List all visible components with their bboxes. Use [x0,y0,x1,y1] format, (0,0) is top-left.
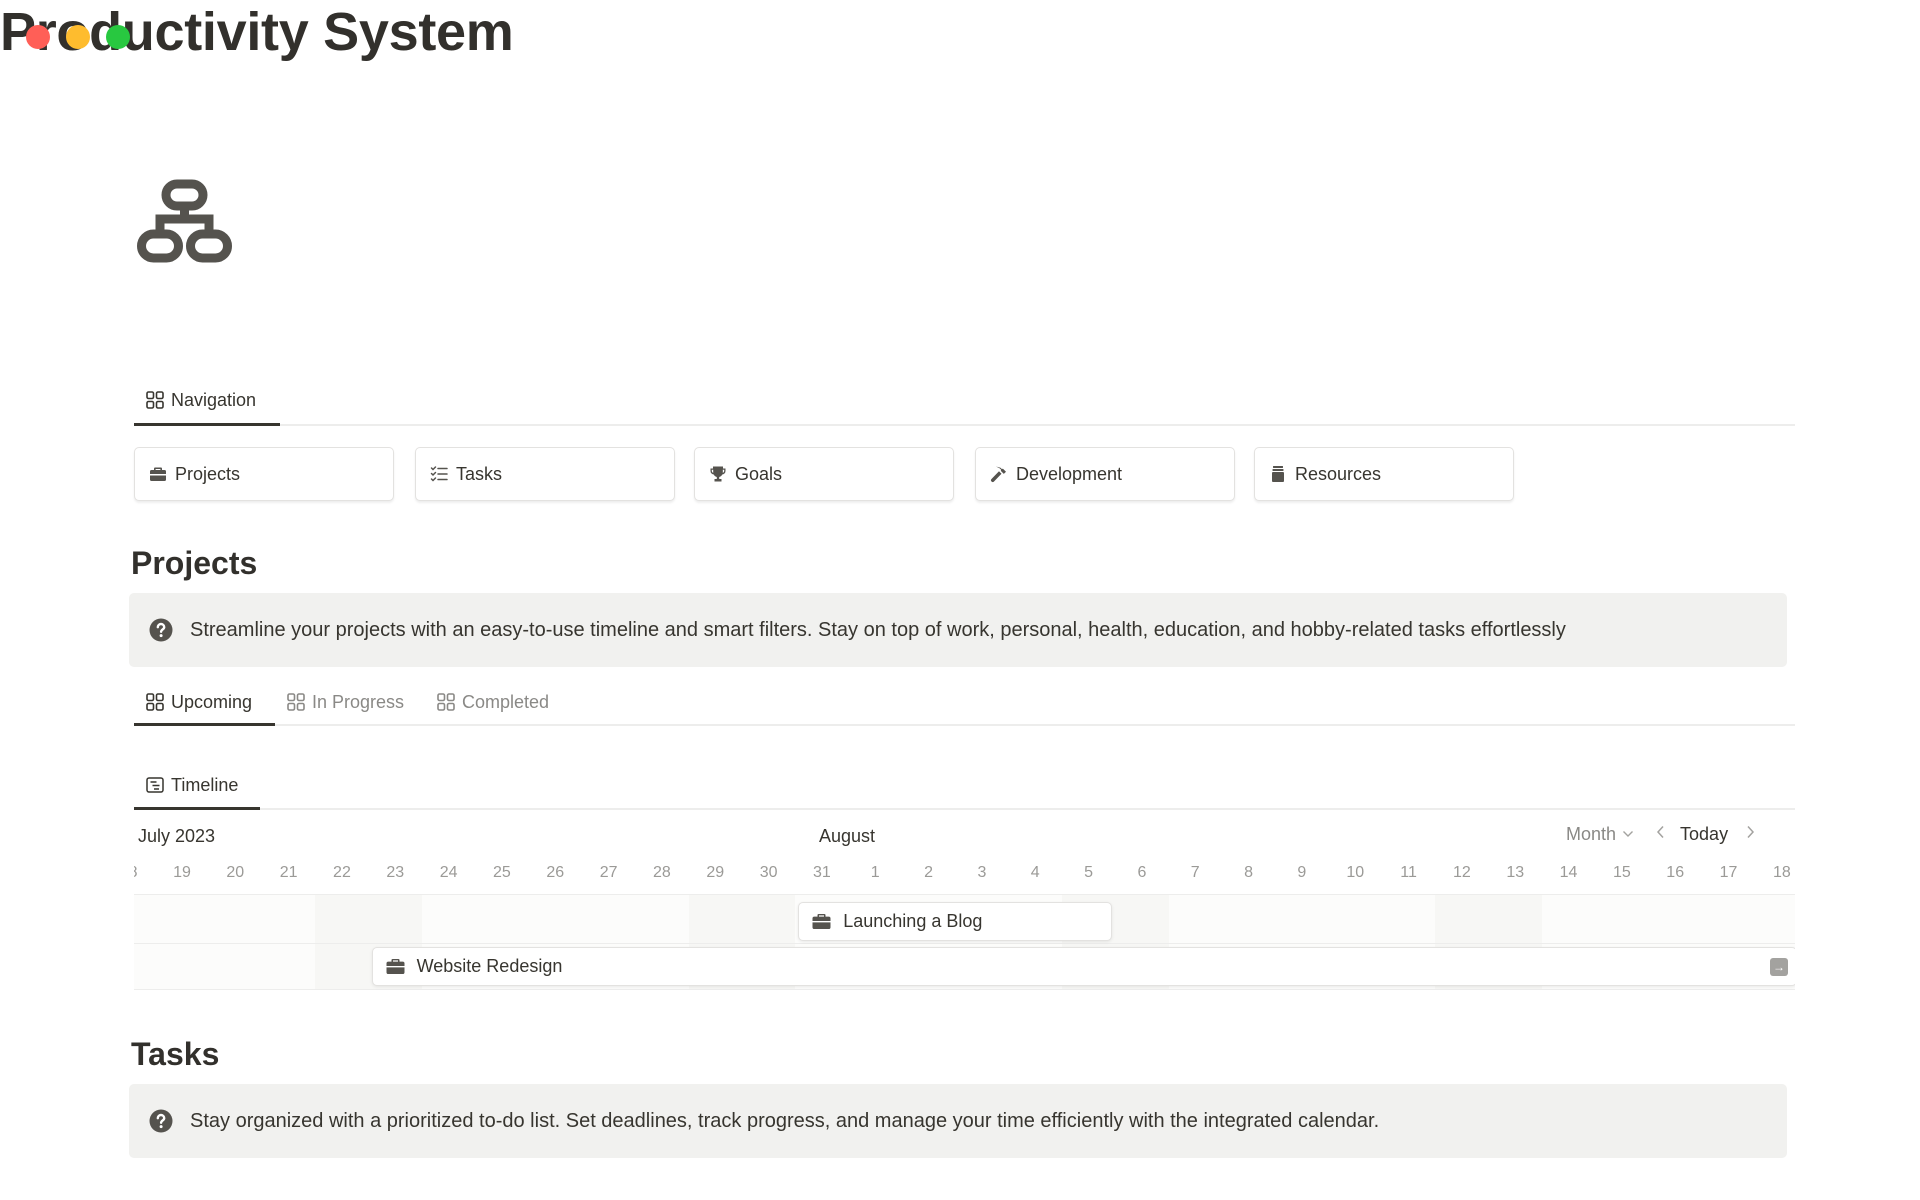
projects-heading: Projects [131,545,258,581]
tasks-callout: Stay organized with a prioritized to-do … [129,1084,1787,1158]
timeline-day-label: 25 [493,864,511,881]
close-window-button[interactable] [26,25,50,49]
nav-button-goals[interactable]: Goals [694,447,954,501]
timeline-day-label: 20 [226,864,245,881]
navigation-tabbar [134,424,1795,426]
callout-text: Stay organized with a prioritized to-do … [190,1109,1380,1132]
timeline-day-label: 27 [599,864,618,881]
timeline-icon [146,777,164,793]
timeline-day-label: 16 [1666,864,1685,881]
minimize-window-button[interactable] [66,25,90,49]
timeline-day-label: 18 [1772,864,1791,881]
trophy-icon [710,466,726,482]
timeline-day-label: 8 [1244,864,1253,881]
nav-button-label: Goals [735,463,783,484]
timeline-day-label: 29 [706,864,725,881]
nav-button-label: Resources [1295,463,1382,484]
tab-label: In Progress [312,691,405,712]
checklist-icon [430,466,448,482]
timeline-day-label: 2 [924,864,934,881]
question-circle-icon [149,1109,173,1133]
callout-text: Streamline your projects with an easy-to… [190,618,1566,641]
timeline-day-label: 24 [439,864,458,881]
timeline-day-label: 18 [134,864,155,882]
timeline-grid: Launching a Blog Website Redesign → [134,894,1795,990]
timeline-day-label: 9 [1297,864,1307,881]
timeline-day-label: 13 [1506,864,1525,881]
tab-active-indicator [134,423,280,426]
timeline-day-label: 17 [1719,864,1738,881]
timeline-day-label: 28 [653,864,671,881]
tab-active-indicator [134,807,260,810]
timeline-month-label: July 2023 [138,826,216,846]
timeline-day-label: 10 [1346,864,1365,881]
tab-active-indicator [134,723,275,726]
timeline-day-label: 12 [1452,864,1471,881]
timeline-day-label: 6 [1137,864,1147,881]
timeline-row-divider [134,943,1795,944]
timeline-day-label: 14 [1559,864,1578,881]
timeline-day-label: 26 [546,864,565,881]
timeline-day-label: 3 [977,864,987,881]
timeline-view: July 2023 August 18192021222324252627282… [134,818,1795,998]
projects-view-tabbar [134,724,1795,726]
briefcase-icon [386,959,405,974]
timeline-day-label: 15 [1612,864,1631,881]
grid-icon [146,391,164,409]
tab-timeline[interactable]: Timeline [146,770,238,800]
tab-label: Navigation [171,389,257,410]
tab-label: Timeline [171,774,239,795]
nav-button-projects[interactable]: Projects [134,447,394,501]
timeline-weekend-shade [315,895,369,989]
timeline-day-label: 19 [173,864,191,881]
tab-completed[interactable]: Completed [437,687,549,717]
nav-button-label: Development [1016,463,1123,484]
arrow-right-icon[interactable]: → [1769,958,1788,976]
layout-tabbar [134,808,1795,810]
timeline-day-label: 4 [1030,864,1040,881]
timeline-day-label: 30 [759,864,778,881]
grid-icon [146,693,164,711]
tab-label: Upcoming [171,691,253,712]
tab-upcoming[interactable]: Upcoming [146,687,252,717]
question-circle-icon [149,618,173,642]
tab-in-progress[interactable]: In Progress [287,687,404,717]
timeline-item-website-redesign[interactable]: Website Redesign → [371,947,1795,986]
archive-icon [1272,466,1284,482]
projects-callout: Streamline your projects with an easy-to… [129,593,1787,667]
grid-icon [287,693,305,711]
maximize-window-button[interactable] [106,25,130,49]
nav-button-label: Tasks [456,463,503,484]
timeline-day-label: 7 [1190,864,1200,881]
page-title: Productivity System [0,2,514,62]
timeline-item-launching-a-blog[interactable]: Launching a Blog [798,902,1113,941]
sitemap-icon[interactable] [137,179,232,264]
nav-button-development[interactable]: Development [975,447,1235,501]
briefcase-icon [812,914,831,929]
timeline-item-title: Website Redesign [416,956,563,976]
briefcase-icon [150,467,166,481]
nav-button-tasks[interactable]: Tasks [415,447,675,501]
tasks-heading: Tasks [131,1036,220,1072]
timeline-item-title: Launching a Blog [843,911,983,931]
timeline-day-label: 21 [279,864,298,881]
timeline-day-label: 11 [1400,864,1417,881]
timeline-month-label: August [819,826,876,846]
timeline-day-label: 5 [1084,864,1094,881]
tab-label: Completed [462,691,550,712]
timeline-day-label: 1 [870,864,880,881]
tab-navigation[interactable]: Navigation [146,385,256,415]
timeline-day-label: 23 [386,864,405,881]
timeline-day-label: 22 [333,864,351,881]
nav-button-resources[interactable]: Resources [1254,447,1514,501]
nav-button-label: Projects [175,463,241,484]
hammer-icon [990,466,1006,483]
timeline-day-label: 31 [813,864,831,881]
grid-icon [437,693,455,711]
